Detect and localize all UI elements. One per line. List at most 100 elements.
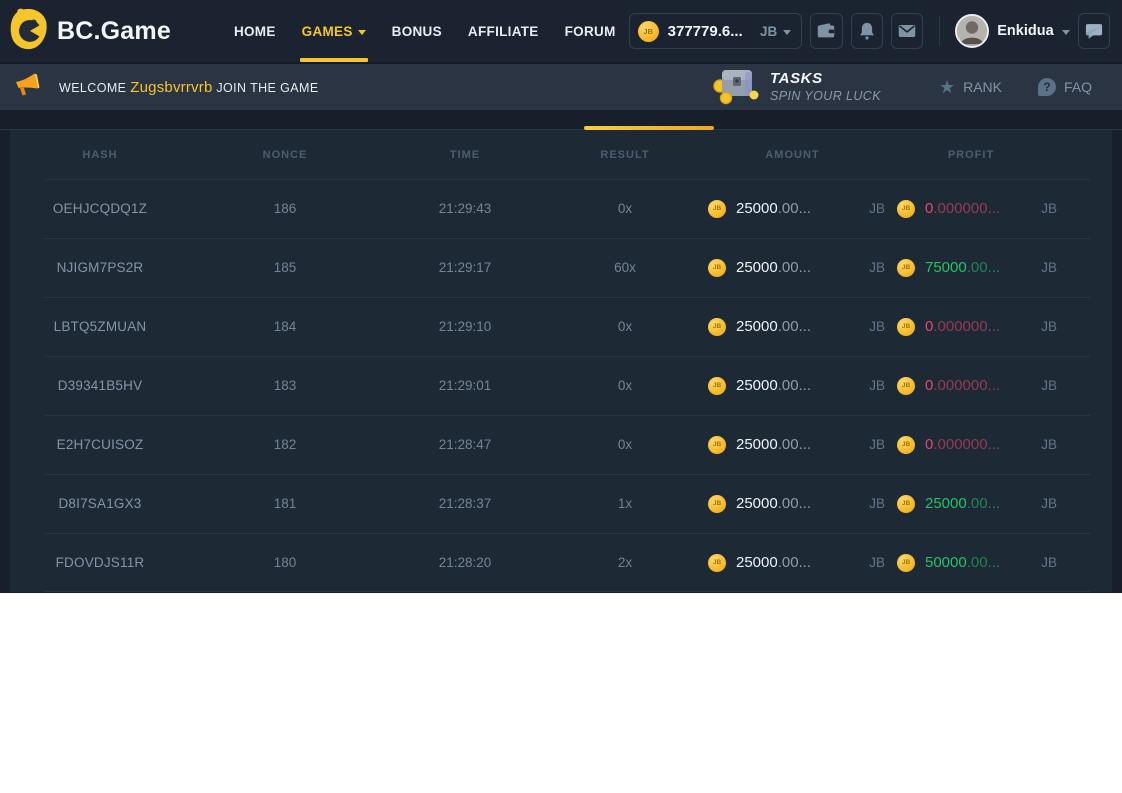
profit-value: 75000 xyxy=(925,259,967,276)
column-header-nonce: NONCE xyxy=(190,149,380,161)
bet-profit-cell: JB 0.000000... JB xyxy=(885,436,1112,454)
top-navigation-bar: BC.Game HOME GAMES BONUS AFFILIATE FORUM… xyxy=(0,0,1122,62)
balance-currency: JB xyxy=(760,24,777,39)
bc-game-page: BC.Game HOME GAMES BONUS AFFILIATE FORUM… xyxy=(0,0,1122,793)
table-row[interactable]: NJIGM7PS2R 185 21:29:17 60x JB 25000.00.… xyxy=(10,238,1112,297)
main-nav: HOME GAMES BONUS AFFILIATE FORUM xyxy=(221,0,629,62)
amount-value: 25000 xyxy=(736,318,778,335)
bet-profit-cell: JB 25000.00... JB xyxy=(885,495,1112,513)
rank-label: RANK xyxy=(963,79,1002,95)
bet-result: 60x xyxy=(550,260,700,275)
tasks-shortcut[interactable]: TASKS SPIN YOUR LUCK xyxy=(712,64,881,111)
bc-game-logo[interactable]: BC.Game xyxy=(10,8,171,55)
jb-coin-icon: JB xyxy=(708,318,726,336)
bet-nonce: 184 xyxy=(190,319,380,334)
star-icon: ★ xyxy=(939,78,955,96)
jb-coin-icon: JB xyxy=(708,259,726,277)
nav-item-bonus[interactable]: BONUS xyxy=(379,0,455,62)
tasks-title: TASKS xyxy=(770,70,881,89)
bet-time: 21:29:43 xyxy=(380,201,550,216)
bet-amount-cell: JB 25000.00... JB xyxy=(700,377,885,395)
amount-currency: JB xyxy=(869,555,885,570)
bet-time: 21:28:37 xyxy=(380,496,550,511)
bell-icon xyxy=(856,20,878,42)
column-header-result: RESULT xyxy=(550,149,700,161)
bet-result: 2x xyxy=(550,555,700,570)
rank-link[interactable]: ★ RANK xyxy=(939,78,1002,96)
faq-label: FAQ xyxy=(1064,79,1092,95)
messages-button[interactable] xyxy=(891,13,923,49)
bet-time: 21:28:47 xyxy=(380,437,550,452)
bet-nonce: 186 xyxy=(190,201,380,216)
user-menu[interactable]: Enkidua xyxy=(955,14,1069,48)
amount-currency: JB xyxy=(869,201,885,216)
bet-amount-cell: JB 25000.00... JB xyxy=(700,318,885,336)
table-row[interactable]: D39341B5HV 183 21:29:01 0x JB 25000.00..… xyxy=(10,356,1112,415)
jb-coin-icon: JB xyxy=(897,495,915,513)
column-header-profit: PROFIT xyxy=(885,149,1112,161)
jb-coin-icon: JB xyxy=(897,436,915,454)
table-row[interactable]: LBTQ5ZMUAN 184 21:29:10 0x JB 25000.00..… xyxy=(10,297,1112,356)
jb-coin-icon: JB xyxy=(708,436,726,454)
faq-link[interactable]: ? FAQ xyxy=(1038,78,1092,96)
welcomed-username: Zugsbvrrvrb xyxy=(130,79,212,96)
wallet-button[interactable] xyxy=(810,13,842,49)
profit-currency: JB xyxy=(1041,437,1057,452)
profit-currency: JB xyxy=(1041,260,1057,275)
bet-amount-cell: JB 25000.00... JB xyxy=(700,436,885,454)
welcome-banner: WELCOME Zugsbvrrvrb JOIN THE GAME xyxy=(0,62,1122,110)
balance-selector[interactable]: JB 377779.6... JB xyxy=(629,13,803,49)
jb-coin-icon: JB xyxy=(897,318,915,336)
bet-time: 21:29:10 xyxy=(380,319,550,334)
megaphone-icon xyxy=(14,72,41,103)
bet-history-table: HASH NONCE TIME RESULT AMOUNT PROFIT OEH… xyxy=(10,130,1112,592)
jb-coin-icon: JB xyxy=(708,200,726,218)
notifications-button[interactable] xyxy=(851,13,883,49)
table-row[interactable]: D8I7SA1GX3 181 21:28:37 1x JB 25000.00..… xyxy=(10,474,1112,533)
bet-amount-cell: JB 25000.00... JB xyxy=(700,200,885,218)
jb-coin-icon: JB xyxy=(708,554,726,572)
profit-value: 25000 xyxy=(925,495,967,512)
bet-profit-cell: JB 0.000000... JB xyxy=(885,200,1112,218)
nav-item-forum[interactable]: FORUM xyxy=(552,0,629,62)
bc-game-logo-icon xyxy=(10,8,48,55)
profit-currency: JB xyxy=(1041,555,1057,570)
jb-coin-icon: JB xyxy=(638,21,659,42)
welcome-message: WELCOME Zugsbvrrvrb JOIN THE GAME xyxy=(59,79,319,96)
bet-profit-cell: JB 75000.00... JB xyxy=(885,259,1112,277)
bet-profit-cell: JB 0.000000... JB xyxy=(885,377,1112,395)
nav-item-games[interactable]: GAMES xyxy=(289,0,379,62)
bet-hash: NJIGM7PS2R xyxy=(10,260,190,275)
amount-currency: JB xyxy=(869,319,885,334)
jb-coin-icon: JB xyxy=(897,200,915,218)
jb-coin-icon: JB xyxy=(897,377,915,395)
profit-currency: JB xyxy=(1041,378,1057,393)
chevron-down-icon xyxy=(1062,30,1070,35)
bet-hash: E2H7CUISOZ xyxy=(10,437,190,452)
bet-hash: FDOVDJS11R xyxy=(10,555,190,570)
amount-currency: JB xyxy=(869,496,885,511)
bet-result: 1x xyxy=(550,496,700,511)
table-row[interactable]: OEHJCQDQ1Z 186 21:29:43 0x JB 25000.00..… xyxy=(10,179,1112,238)
chat-button[interactable] xyxy=(1078,13,1110,49)
bet-amount-cell: JB 25000.00... JB xyxy=(700,259,885,277)
bet-time: 21:29:17 xyxy=(380,260,550,275)
jb-coin-icon: JB xyxy=(897,259,915,277)
column-header-time: TIME xyxy=(380,149,550,161)
table-row[interactable]: E2H7CUISOZ 182 21:28:47 0x JB 25000.00..… xyxy=(10,415,1112,474)
amount-currency: JB xyxy=(869,437,885,452)
nav-item-home[interactable]: HOME xyxy=(221,0,289,62)
amount-value: 25000 xyxy=(736,495,778,512)
bet-profit-cell: JB 50000.00... JB xyxy=(885,554,1112,572)
mail-icon xyxy=(896,20,918,42)
jb-coin-icon: JB xyxy=(897,554,915,572)
bet-hash: LBTQ5ZMUAN xyxy=(10,319,190,334)
amount-value: 25000 xyxy=(736,377,778,394)
amount-currency: JB xyxy=(869,378,885,393)
jb-coin-icon: JB xyxy=(708,495,726,513)
chat-icon xyxy=(1083,20,1105,42)
nav-item-affiliate[interactable]: AFFILIATE xyxy=(455,0,552,62)
chevron-down-icon xyxy=(358,30,366,35)
table-row[interactable]: FDOVDJS11R 180 21:28:20 2x JB 25000.00..… xyxy=(10,533,1112,592)
active-tab-indicator xyxy=(584,126,714,130)
